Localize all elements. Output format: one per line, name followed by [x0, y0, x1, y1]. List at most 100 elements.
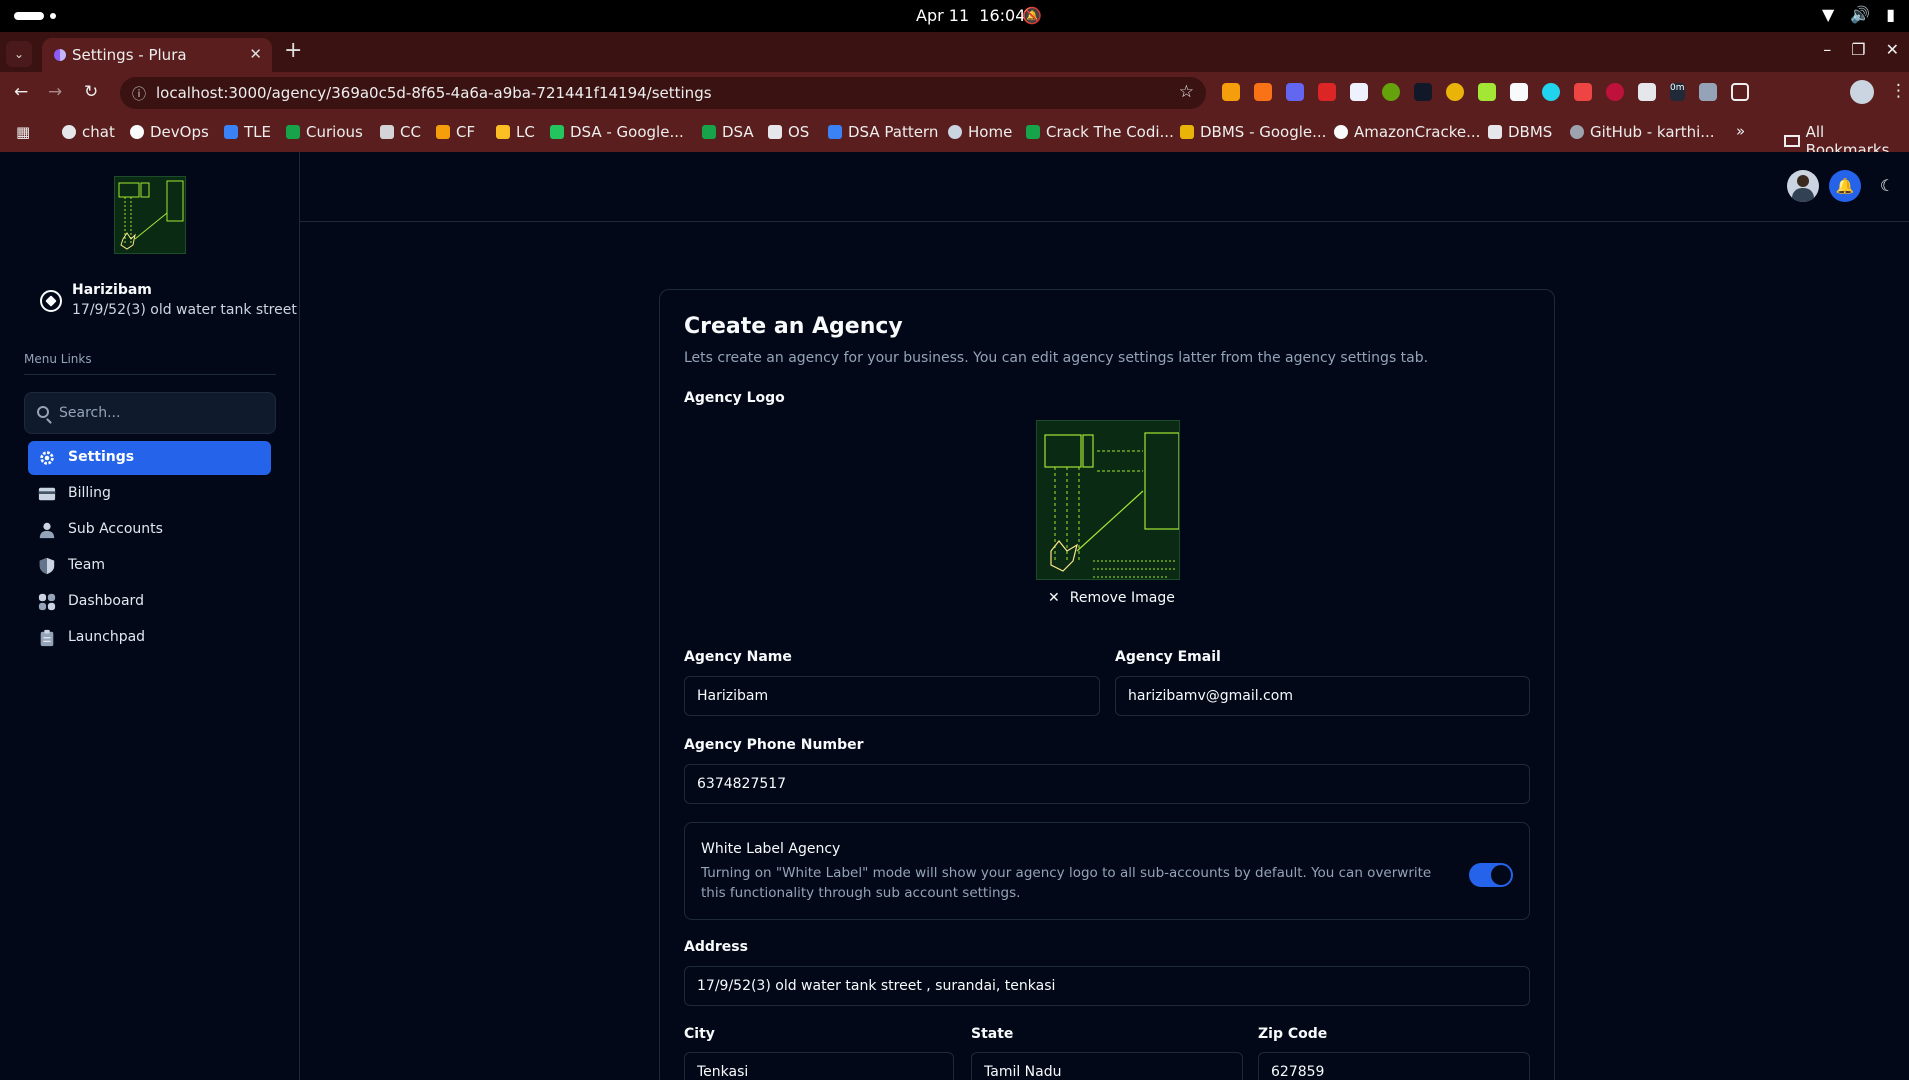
- address-input[interactable]: [685, 967, 1529, 1005]
- bookmark[interactable]: DBMS: [1488, 123, 1552, 141]
- notifications-bell-icon[interactable]: 🔔: [1829, 170, 1861, 202]
- bookmark[interactable]: Crack The Codi...: [1026, 123, 1174, 141]
- browser-tab-settings[interactable]: Settings - Plura ✕: [42, 38, 272, 72]
- os-clock[interactable]: Apr 11 16:04: [916, 6, 1025, 25]
- remove-image-label: Remove Image: [1069, 590, 1175, 606]
- sidebar-search[interactable]: [24, 392, 276, 434]
- bookmark[interactable]: CF: [436, 123, 475, 141]
- forward-arrow-icon[interactable]: →: [48, 82, 62, 102]
- extension-icon[interactable]: [1318, 83, 1336, 101]
- os-date: Apr 11: [916, 6, 970, 25]
- user-avatar[interactable]: [1787, 170, 1819, 202]
- browser-menu-icon[interactable]: ⋮: [1890, 81, 1907, 101]
- agency-email-field: [1115, 676, 1530, 716]
- github-icon: [1570, 125, 1584, 139]
- battery-icon: ▮: [1886, 5, 1895, 24]
- app-topbar: [300, 152, 1909, 222]
- url-text: localhost:3000/agency/369a0c5d-8f65-4a6a…: [156, 84, 712, 102]
- sidebar-item-launchpad[interactable]: Launchpad: [28, 621, 271, 655]
- extensions-puzzle-icon[interactable]: [1730, 83, 1749, 101]
- agency-email-input[interactable]: [1116, 677, 1529, 715]
- zip-code-input[interactable]: [1259, 1053, 1529, 1080]
- agency-switcher[interactable]: Harizibam 17/9/52(3) old water tank stre…: [38, 282, 300, 326]
- folder-icon: [1784, 135, 1800, 147]
- site-info-icon[interactable]: ⓘ: [132, 84, 146, 104]
- extension-icon[interactable]: [1606, 83, 1624, 101]
- remove-image-button[interactable]: ✕ Remove Image: [1048, 590, 1175, 606]
- white-label-description: Turning on "White Label" mode will show …: [701, 865, 1432, 901]
- extension-icon[interactable]: [1638, 83, 1656, 101]
- white-label-title: White Label Agency: [701, 841, 841, 857]
- maximize-icon[interactable]: ❐: [1851, 40, 1865, 59]
- shield-icon: [39, 557, 55, 575]
- sidebar-item-sub-accounts[interactable]: Sub Accounts: [28, 513, 271, 547]
- bookmark-label: chat: [82, 123, 115, 141]
- extension-icon[interactable]: [1542, 83, 1560, 101]
- state-input[interactable]: [972, 1053, 1242, 1080]
- os-time: 16:04: [979, 6, 1026, 25]
- sidebar-item-label: Launchpad: [68, 629, 146, 645]
- bookmark[interactable]: chat: [62, 123, 115, 141]
- extension-icon[interactable]: [1350, 83, 1368, 101]
- bookmark[interactable]: LC: [496, 123, 535, 141]
- bookmark-label: DevOps: [150, 123, 209, 141]
- back-arrow-icon[interactable]: ←: [14, 82, 28, 102]
- bookmark[interactable]: AmazonCracke...: [1334, 123, 1480, 141]
- extension-icon[interactable]: [1478, 83, 1496, 101]
- bookmark[interactable]: Curious: [286, 123, 363, 141]
- bookmark-label: DSA Pattern: [848, 123, 939, 141]
- timer-extension-badge[interactable]: 0m: [1670, 83, 1685, 101]
- extension-icon[interactable]: [1414, 83, 1432, 101]
- menu-links-heading: Menu Links: [24, 352, 92, 366]
- notifications-muted-icon: 🔕: [1022, 6, 1042, 25]
- sidebar-item-dashboard[interactable]: Dashboard: [28, 585, 271, 619]
- activities-indicator[interactable]: [14, 12, 44, 20]
- bookmark[interactable]: GitHub - karthi...: [1570, 123, 1715, 141]
- extension-icon[interactable]: [1254, 83, 1272, 101]
- bookmark[interactable]: TLE: [224, 123, 271, 141]
- bookmark[interactable]: CC: [380, 123, 421, 141]
- apps-grid-icon[interactable]: ▦: [16, 123, 30, 141]
- bookmark[interactable]: Home: [948, 123, 1012, 141]
- extension-icon[interactable]: [1510, 83, 1528, 101]
- sidebar-item-billing[interactable]: Billing: [28, 477, 271, 511]
- close-window-icon[interactable]: ✕: [1886, 40, 1899, 59]
- bookmark[interactable]: OS: [768, 123, 809, 141]
- agency-address: 17/9/52(3) old water tank street , suran…: [72, 302, 300, 318]
- sidebar-item-team[interactable]: Team: [28, 549, 271, 583]
- bookmark[interactable]: DBMS - Google...: [1180, 123, 1326, 141]
- close-tab-icon[interactable]: ✕: [249, 45, 262, 63]
- tab-search-chevron-icon[interactable]: ⌄: [6, 41, 32, 67]
- white-label-toggle[interactable]: [1469, 863, 1513, 887]
- agency-name-input[interactable]: [685, 677, 1099, 715]
- browser-profile-avatar[interactable]: [1850, 80, 1874, 104]
- extension-icon[interactable]: [1382, 83, 1400, 101]
- minimize-icon[interactable]: –: [1823, 40, 1831, 59]
- extension-icon[interactable]: [1286, 83, 1304, 101]
- volume-icon: 🔊: [1850, 5, 1871, 24]
- new-tab-icon[interactable]: +: [284, 38, 302, 63]
- extension-icon[interactable]: [1222, 83, 1240, 101]
- sidebar-search-input[interactable]: [59, 393, 269, 433]
- bookmark-favicon-icon: [496, 125, 510, 139]
- system-tray[interactable]: ▼ 🔊 ▮: [1822, 5, 1895, 24]
- extension-icon[interactable]: [1698, 83, 1717, 101]
- reload-icon[interactable]: ↻: [84, 82, 98, 102]
- address-field: [684, 966, 1530, 1006]
- bookmark[interactable]: DevOps: [130, 123, 209, 141]
- bookmark-star-icon[interactable]: ☆: [1179, 82, 1194, 102]
- credit-card-icon: [38, 487, 56, 501]
- agency-phone-input[interactable]: [685, 765, 1529, 803]
- bookmark[interactable]: DSA Pattern: [828, 123, 938, 141]
- bookmark-label: DSA: [722, 123, 754, 141]
- extension-icon[interactable]: [1446, 83, 1464, 101]
- toggle-knob: [1491, 865, 1511, 885]
- bookmark[interactable]: DSA: [702, 123, 754, 141]
- extension-icon[interactable]: [1574, 83, 1592, 101]
- address-bar[interactable]: ⓘ localhost:3000/agency/369a0c5d-8f65-4a…: [120, 77, 1206, 109]
- dark-mode-moon-icon[interactable]: ☾: [1871, 170, 1903, 202]
- bookmark[interactable]: DSA - Google...: [550, 123, 684, 141]
- city-input[interactable]: [685, 1053, 953, 1080]
- sidebar-item-settings[interactable]: Settings: [28, 441, 271, 475]
- more-bookmarks-icon[interactable]: »: [1736, 122, 1745, 140]
